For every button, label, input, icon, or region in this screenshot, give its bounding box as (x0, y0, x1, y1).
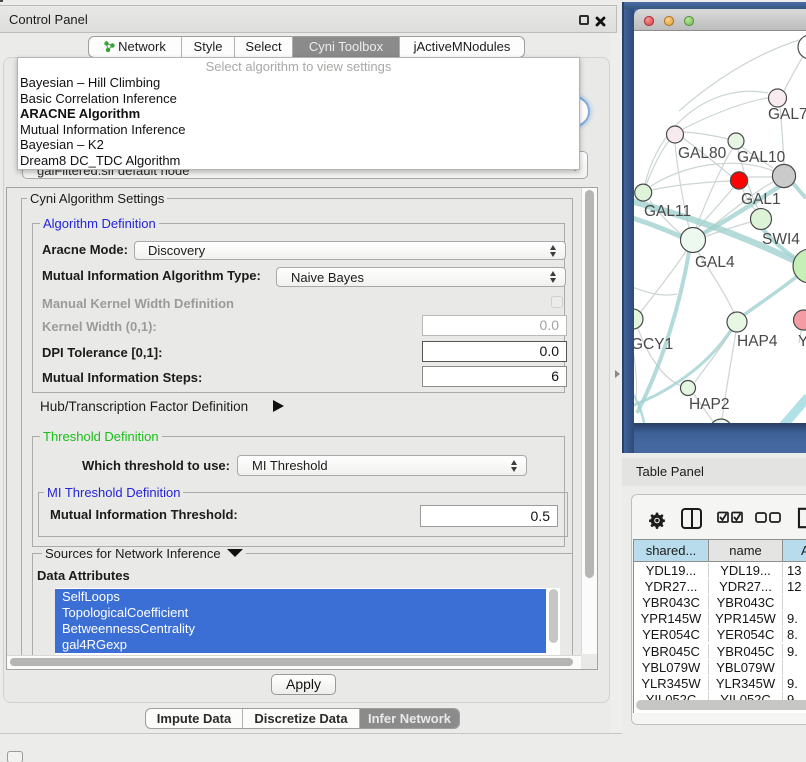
svg-text:GAL11: GAL11 (644, 203, 691, 220)
svg-text:GAL10: GAL10 (737, 149, 786, 166)
svg-text:Y: Y (798, 333, 806, 350)
svg-text:GAL4: GAL4 (695, 254, 735, 271)
svg-text:SWI4: SWI4 (762, 231, 800, 248)
svg-text:HAP2: HAP2 (689, 396, 730, 413)
svg-text:GAL7: GAL7 (768, 106, 806, 123)
svg-text:HAP4: HAP4 (737, 333, 778, 350)
svg-text:GAL80: GAL80 (678, 145, 727, 162)
svg-text:GAL1: GAL1 (741, 191, 781, 208)
svg-text:GCY1: GCY1 (634, 336, 673, 353)
